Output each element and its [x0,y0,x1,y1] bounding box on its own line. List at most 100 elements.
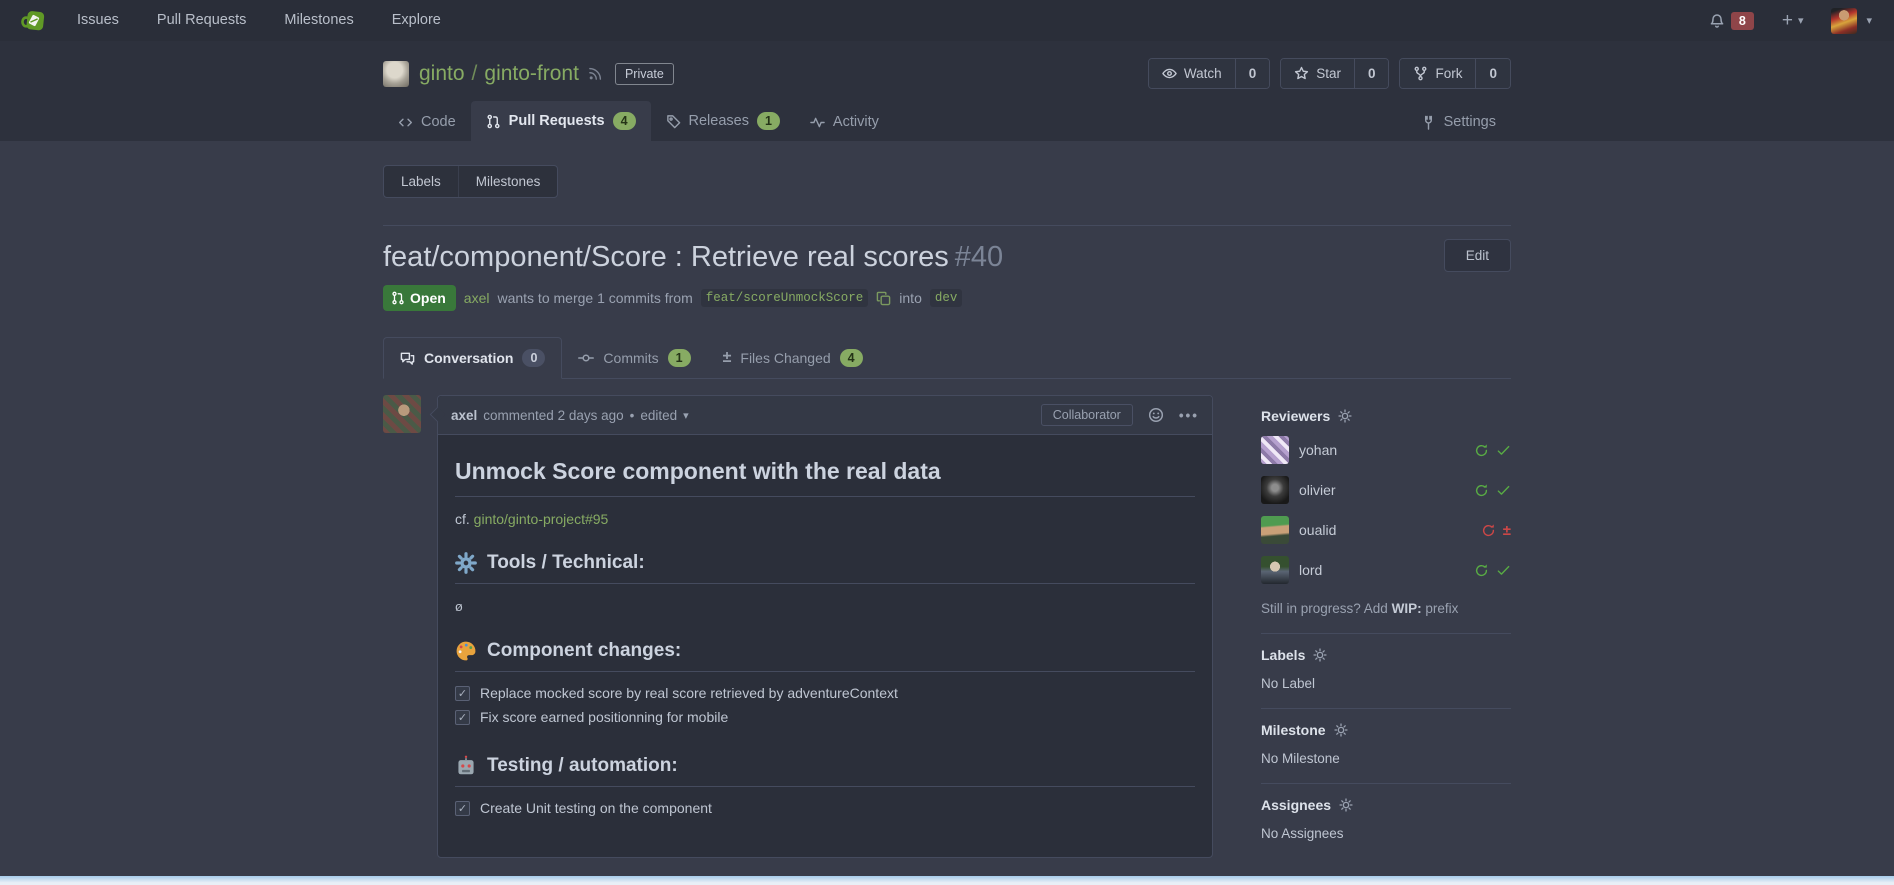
comment-card: axel commented 2 days ago • edited ▾ Col… [437,395,1213,858]
notifications-link[interactable]: 8 [1709,12,1754,30]
navbar-item-explore[interactable]: Explore [373,0,460,41]
tab-settings[interactable]: Settings [1406,103,1511,141]
comment-actions-icon[interactable]: ••• [1179,408,1199,423]
labels-button[interactable]: Labels [384,166,458,197]
reviewer-avatar[interactable] [1261,436,1289,464]
repo-actions: Watch 0 Star 0 [1148,58,1511,89]
reviewer-avatar[interactable] [1261,516,1289,544]
assignees-title: Assignees [1261,797,1511,813]
watch-button[interactable]: Watch [1149,59,1235,88]
testing-checklist: ✓ Create Unit testing on the component [455,800,1195,816]
copy-branch-icon[interactable] [876,291,891,306]
top-navbar: Issues Pull Requests Milestones Explore … [0,0,1894,41]
reference-line: cf. ginto/ginto-project#95 [455,511,1195,527]
repo-owner-link[interactable]: ginto [419,62,465,86]
palette-emoji-icon [455,640,477,662]
reviewer-name[interactable]: lord [1299,562,1322,578]
gear-icon[interactable] [1313,648,1327,662]
conversation-count-badge: 0 [522,349,545,367]
gear-icon[interactable] [1339,798,1353,812]
conversation-timeline: axel commented 2 days ago • edited ▾ Col… [383,395,1213,858]
labels-title: Labels [1261,647,1511,663]
re-request-review-icon[interactable] [1481,523,1496,538]
component-checklist: ✓ Replace mocked score by real score ret… [455,685,1195,725]
pr-number: #40 [955,241,1003,273]
tab-releases[interactable]: Releases 1 [651,101,795,141]
checklist-item: ✓ Fix score earned positionning for mobi… [455,709,1195,725]
repo-name-link[interactable]: ginto-front [484,62,579,86]
user-avatar [1831,8,1857,34]
pr-state-badge: Open [383,285,456,311]
head-branch-label[interactable]: feat/scoreUnmockScore [701,289,869,307]
star-count[interactable]: 0 [1354,59,1389,88]
pull-requests-count-badge: 4 [613,112,636,130]
re-request-review-icon[interactable] [1474,483,1489,498]
rss-icon[interactable] [588,66,603,81]
gear-icon[interactable] [1338,409,1352,423]
tab-commits[interactable]: Commits 1 [562,337,706,379]
tools-icon [1421,115,1436,130]
milestone-section: Milestone No Milestone [1261,709,1511,784]
no-assignees-text: No Assignees [1261,826,1511,841]
tab-conversation[interactable]: Conversation 0 [383,337,562,379]
re-request-review-icon[interactable] [1474,563,1489,578]
no-milestone-text: No Milestone [1261,751,1511,766]
comment-author-avatar[interactable] [383,395,421,433]
gitea-logo-icon[interactable] [20,7,48,35]
reviewer-row: oualid ± [1261,516,1511,544]
fork-icon [1413,66,1428,81]
pr-meta-row: Open axel wants to merge 1 commits from … [383,285,1511,311]
reviewer-avatar[interactable] [1261,556,1289,584]
base-branch-label[interactable]: dev [930,289,963,307]
re-request-review-icon[interactable] [1474,443,1489,458]
fork-button[interactable]: Fork [1400,59,1475,88]
reviewers-title: Reviewers [1261,408,1511,424]
fork-count[interactable]: 0 [1475,59,1510,88]
issue-reference-link[interactable]: ginto/ginto-project#95 [474,511,609,527]
star-button[interactable]: Star [1281,59,1354,88]
tab-activity[interactable]: Activity [795,103,894,141]
navbar-item-milestones[interactable]: Milestones [265,0,372,41]
reviewer-name[interactable]: oualid [1299,522,1336,538]
emoji-reaction-icon[interactable] [1148,407,1164,423]
edit-button[interactable]: Edit [1444,239,1511,272]
notification-count-badge[interactable]: 8 [1731,12,1754,30]
milestones-button[interactable]: Milestones [458,166,558,197]
create-new-dropdown[interactable]: + ▾ [1782,10,1804,32]
pr-tabs: Conversation 0 Commits 1 ± Files Changed… [383,337,1511,379]
navbar-item-issues[interactable]: Issues [58,0,138,41]
checkbox-checked[interactable]: ✓ [455,801,470,816]
gear-icon[interactable] [1334,723,1348,737]
issue-subnav: Labels Milestones [383,165,558,198]
files-changed-count-badge: 4 [840,349,863,367]
tab-code[interactable]: Code [383,103,471,141]
releases-count-badge: 1 [757,112,780,130]
navbar-item-pull-requests[interactable]: Pull Requests [138,0,265,41]
tab-files-changed[interactable]: ± Files Changed 4 [707,337,879,379]
repo-title-row: ginto / ginto-front Private Watch 0 [383,58,1511,89]
user-menu-dropdown[interactable]: ▾ [1831,8,1872,34]
reviewer-name[interactable]: olivier [1299,482,1336,498]
viewport-bottom-strip [0,876,1894,885]
comment-author-link[interactable]: axel [451,408,477,423]
watch-count[interactable]: 0 [1235,59,1270,88]
milestone-title: Milestone [1261,722,1511,738]
labels-section: Labels No Label [1261,634,1511,709]
repo-tabs: Code Pull Requests 4 Releases 1 [383,101,1511,141]
checklist-item: ✓ Create Unit testing on the component [455,800,1195,816]
checkbox-checked[interactable]: ✓ [455,710,470,725]
checkbox-checked[interactable]: ✓ [455,686,470,701]
reviewer-row: yohan [1261,436,1511,464]
star-icon [1294,66,1309,81]
dot-separator: • [630,408,635,423]
comment-body: Unmock Score component with the real dat… [438,435,1212,848]
repo-avatar [383,61,409,87]
reviewer-avatar[interactable] [1261,476,1289,504]
edited-label[interactable]: edited [640,408,677,423]
reviewer-name[interactable]: yohan [1299,442,1337,458]
chevron-down-icon[interactable]: ▾ [683,409,689,422]
comment-meta: commented 2 days ago [483,408,623,423]
tab-pull-requests[interactable]: Pull Requests 4 [471,101,651,141]
chevron-down-icon: ▾ [1798,14,1804,27]
pr-author-link[interactable]: axel [464,290,490,306]
